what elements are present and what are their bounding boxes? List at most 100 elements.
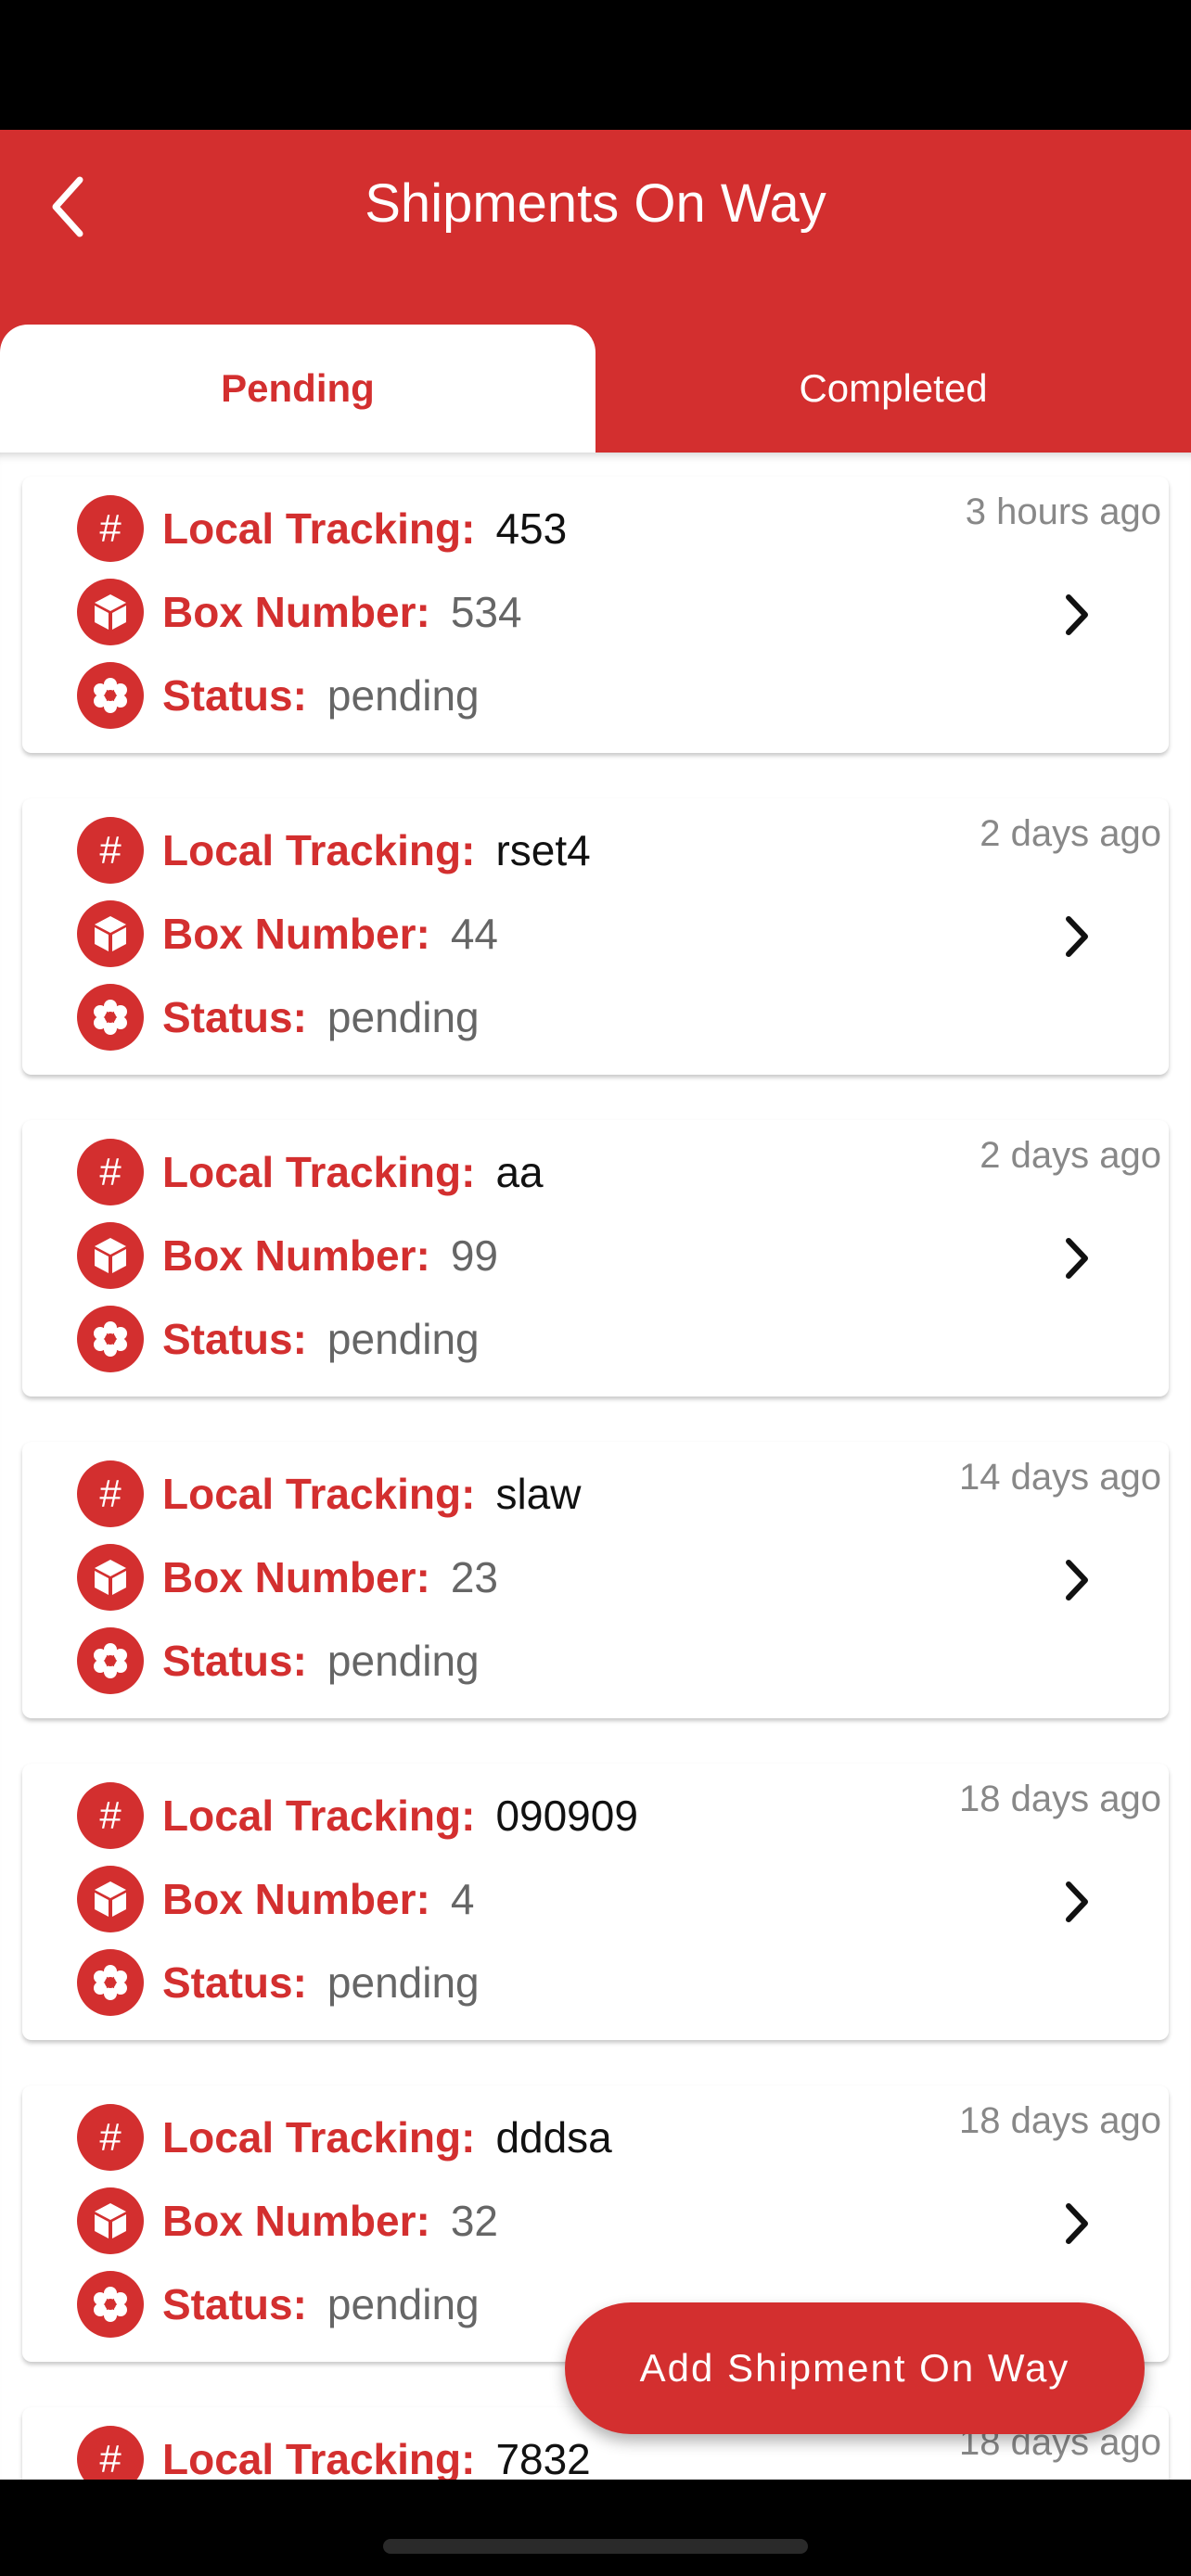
local-tracking-row: # Local Tracking: 090909 [77, 1782, 638, 1849]
box-icon [77, 1866, 144, 1932]
home-indicator[interactable] [383, 2539, 808, 2554]
box-number-value: 534 [450, 588, 522, 636]
chevron-right-icon[interactable] [1057, 1235, 1095, 1282]
box-number-row: Box Number: 23 [77, 1544, 498, 1611]
local-tracking-value: 7832 [495, 2435, 591, 2480]
box-number-value: 44 [450, 910, 498, 958]
hash-icon: # [77, 1139, 144, 1205]
box-number-row: Box Number: 4 [77, 1866, 474, 1932]
local-tracking-row: # Local Tracking: dddsa [77, 2104, 612, 2171]
timestamp: 14 days ago [959, 1457, 1161, 1498]
status-value: pending [327, 1958, 480, 2007]
flower-icon [77, 1306, 144, 1372]
app-header: Shipments On Way Pending Completed [0, 130, 1191, 453]
chevron-right-icon[interactable] [1057, 1557, 1095, 1603]
flower-icon [77, 2271, 144, 2338]
local-tracking-label: Local Tracking: [162, 2113, 476, 2162]
hash-icon: # [77, 2426, 144, 2480]
tab-completed[interactable]: Completed [596, 325, 1191, 453]
flower-icon [77, 984, 144, 1051]
box-icon [77, 900, 144, 967]
status-label: Status: [162, 1315, 307, 1363]
local-tracking-label: Local Tracking: [162, 2435, 476, 2480]
local-tracking-value: dddsa [495, 2113, 612, 2162]
status-value: pending [327, 1637, 480, 1685]
box-number-value: 99 [450, 1231, 498, 1280]
box-icon [77, 1544, 144, 1611]
status-value: pending [327, 993, 480, 1041]
local-tracking-value: aa [495, 1148, 544, 1196]
local-tracking-row: # Local Tracking: slaw [77, 1460, 581, 1527]
tab-bar: Pending Completed [0, 325, 1191, 453]
box-number-label: Box Number: [162, 2197, 430, 2245]
box-number-row: Box Number: 44 [77, 900, 498, 967]
box-number-value: 32 [450, 2197, 498, 2245]
timestamp: 2 days ago [980, 813, 1161, 854]
local-tracking-value: rset4 [495, 826, 591, 874]
hash-icon: # [77, 1782, 144, 1849]
status-row: Status: pending [77, 662, 480, 729]
box-number-value: 23 [450, 1553, 498, 1601]
chevron-right-icon[interactable] [1057, 1879, 1095, 1925]
chevron-right-icon[interactable] [1057, 2200, 1095, 2247]
status-label: Status: [162, 993, 307, 1041]
status-value: pending [327, 1315, 480, 1363]
local-tracking-label: Local Tracking: [162, 504, 476, 553]
flower-icon [77, 1949, 144, 2016]
local-tracking-label: Local Tracking: [162, 1470, 476, 1518]
box-icon [77, 2187, 144, 2254]
page-title: Shipments On Way [365, 173, 826, 234]
tab-pending[interactable]: Pending [0, 325, 596, 453]
timestamp: 18 days ago [959, 2100, 1161, 2141]
status-row: Status: pending [77, 1627, 480, 1694]
shipment-list[interactable]: # Local Tracking: 453 Box Number: 534 St… [0, 453, 1191, 2480]
shipment-card[interactable]: # Local Tracking: 453 Box Number: 534 St… [22, 477, 1169, 753]
chevron-right-icon[interactable] [1057, 592, 1095, 638]
local-tracking-row: # Local Tracking: rset4 [77, 817, 591, 884]
timestamp: 2 days ago [980, 1135, 1161, 1176]
status-value: pending [327, 671, 480, 720]
status-row: Status: pending [77, 2271, 480, 2338]
box-number-row: Box Number: 99 [77, 1222, 498, 1289]
chevron-right-icon[interactable] [1057, 913, 1095, 960]
status-row: Status: pending [77, 1949, 480, 2016]
box-number-label: Box Number: [162, 1553, 430, 1601]
box-number-value: 4 [450, 1875, 475, 1923]
status-value: pending [327, 2280, 480, 2328]
box-number-row: Box Number: 534 [77, 579, 522, 645]
shipment-card[interactable]: # Local Tracking: slaw Box Number: 23 St… [22, 1442, 1169, 1718]
timestamp: 18 days ago [959, 1779, 1161, 1819]
shipment-card[interactable]: # Local Tracking: rset4 Box Number: 44 S… [22, 798, 1169, 1075]
status-label: Status: [162, 1958, 307, 2007]
box-number-label: Box Number: [162, 910, 430, 958]
status-label: Status: [162, 1637, 307, 1685]
status-row: Status: pending [77, 1306, 480, 1372]
status-label: Status: [162, 2280, 307, 2328]
box-number-row: Box Number: 32 [77, 2187, 498, 2254]
flower-icon [77, 1627, 144, 1694]
hash-icon: # [77, 817, 144, 884]
shipment-card[interactable]: # Local Tracking: aa Box Number: 99 Stat… [22, 1120, 1169, 1396]
hash-icon: # [77, 495, 144, 562]
local-tracking-value: 090909 [495, 1792, 638, 1840]
local-tracking-label: Local Tracking: [162, 826, 476, 874]
local-tracking-label: Local Tracking: [162, 1148, 476, 1196]
box-icon [77, 1222, 144, 1289]
local-tracking-row: # Local Tracking: 453 [77, 495, 567, 562]
timestamp: 3 hours ago [965, 491, 1161, 532]
hash-icon: # [77, 1460, 144, 1527]
local-tracking-label: Local Tracking: [162, 1792, 476, 1840]
box-number-label: Box Number: [162, 1875, 430, 1923]
shipment-card[interactable]: # Local Tracking: 090909 Box Number: 4 S… [22, 1764, 1169, 2040]
status-row: Status: pending [77, 984, 480, 1051]
navigation-bar [0, 2480, 1191, 2576]
add-shipment-button[interactable]: Add Shipment On Way [565, 2302, 1145, 2434]
local-tracking-value: slaw [495, 1470, 582, 1518]
local-tracking-value: 453 [495, 504, 568, 553]
status-bar [0, 0, 1191, 130]
status-label: Status: [162, 671, 307, 720]
hash-icon: # [77, 2104, 144, 2171]
local-tracking-row: # Local Tracking: aa [77, 1139, 544, 1205]
flower-icon [77, 662, 144, 729]
box-number-label: Box Number: [162, 1231, 430, 1280]
